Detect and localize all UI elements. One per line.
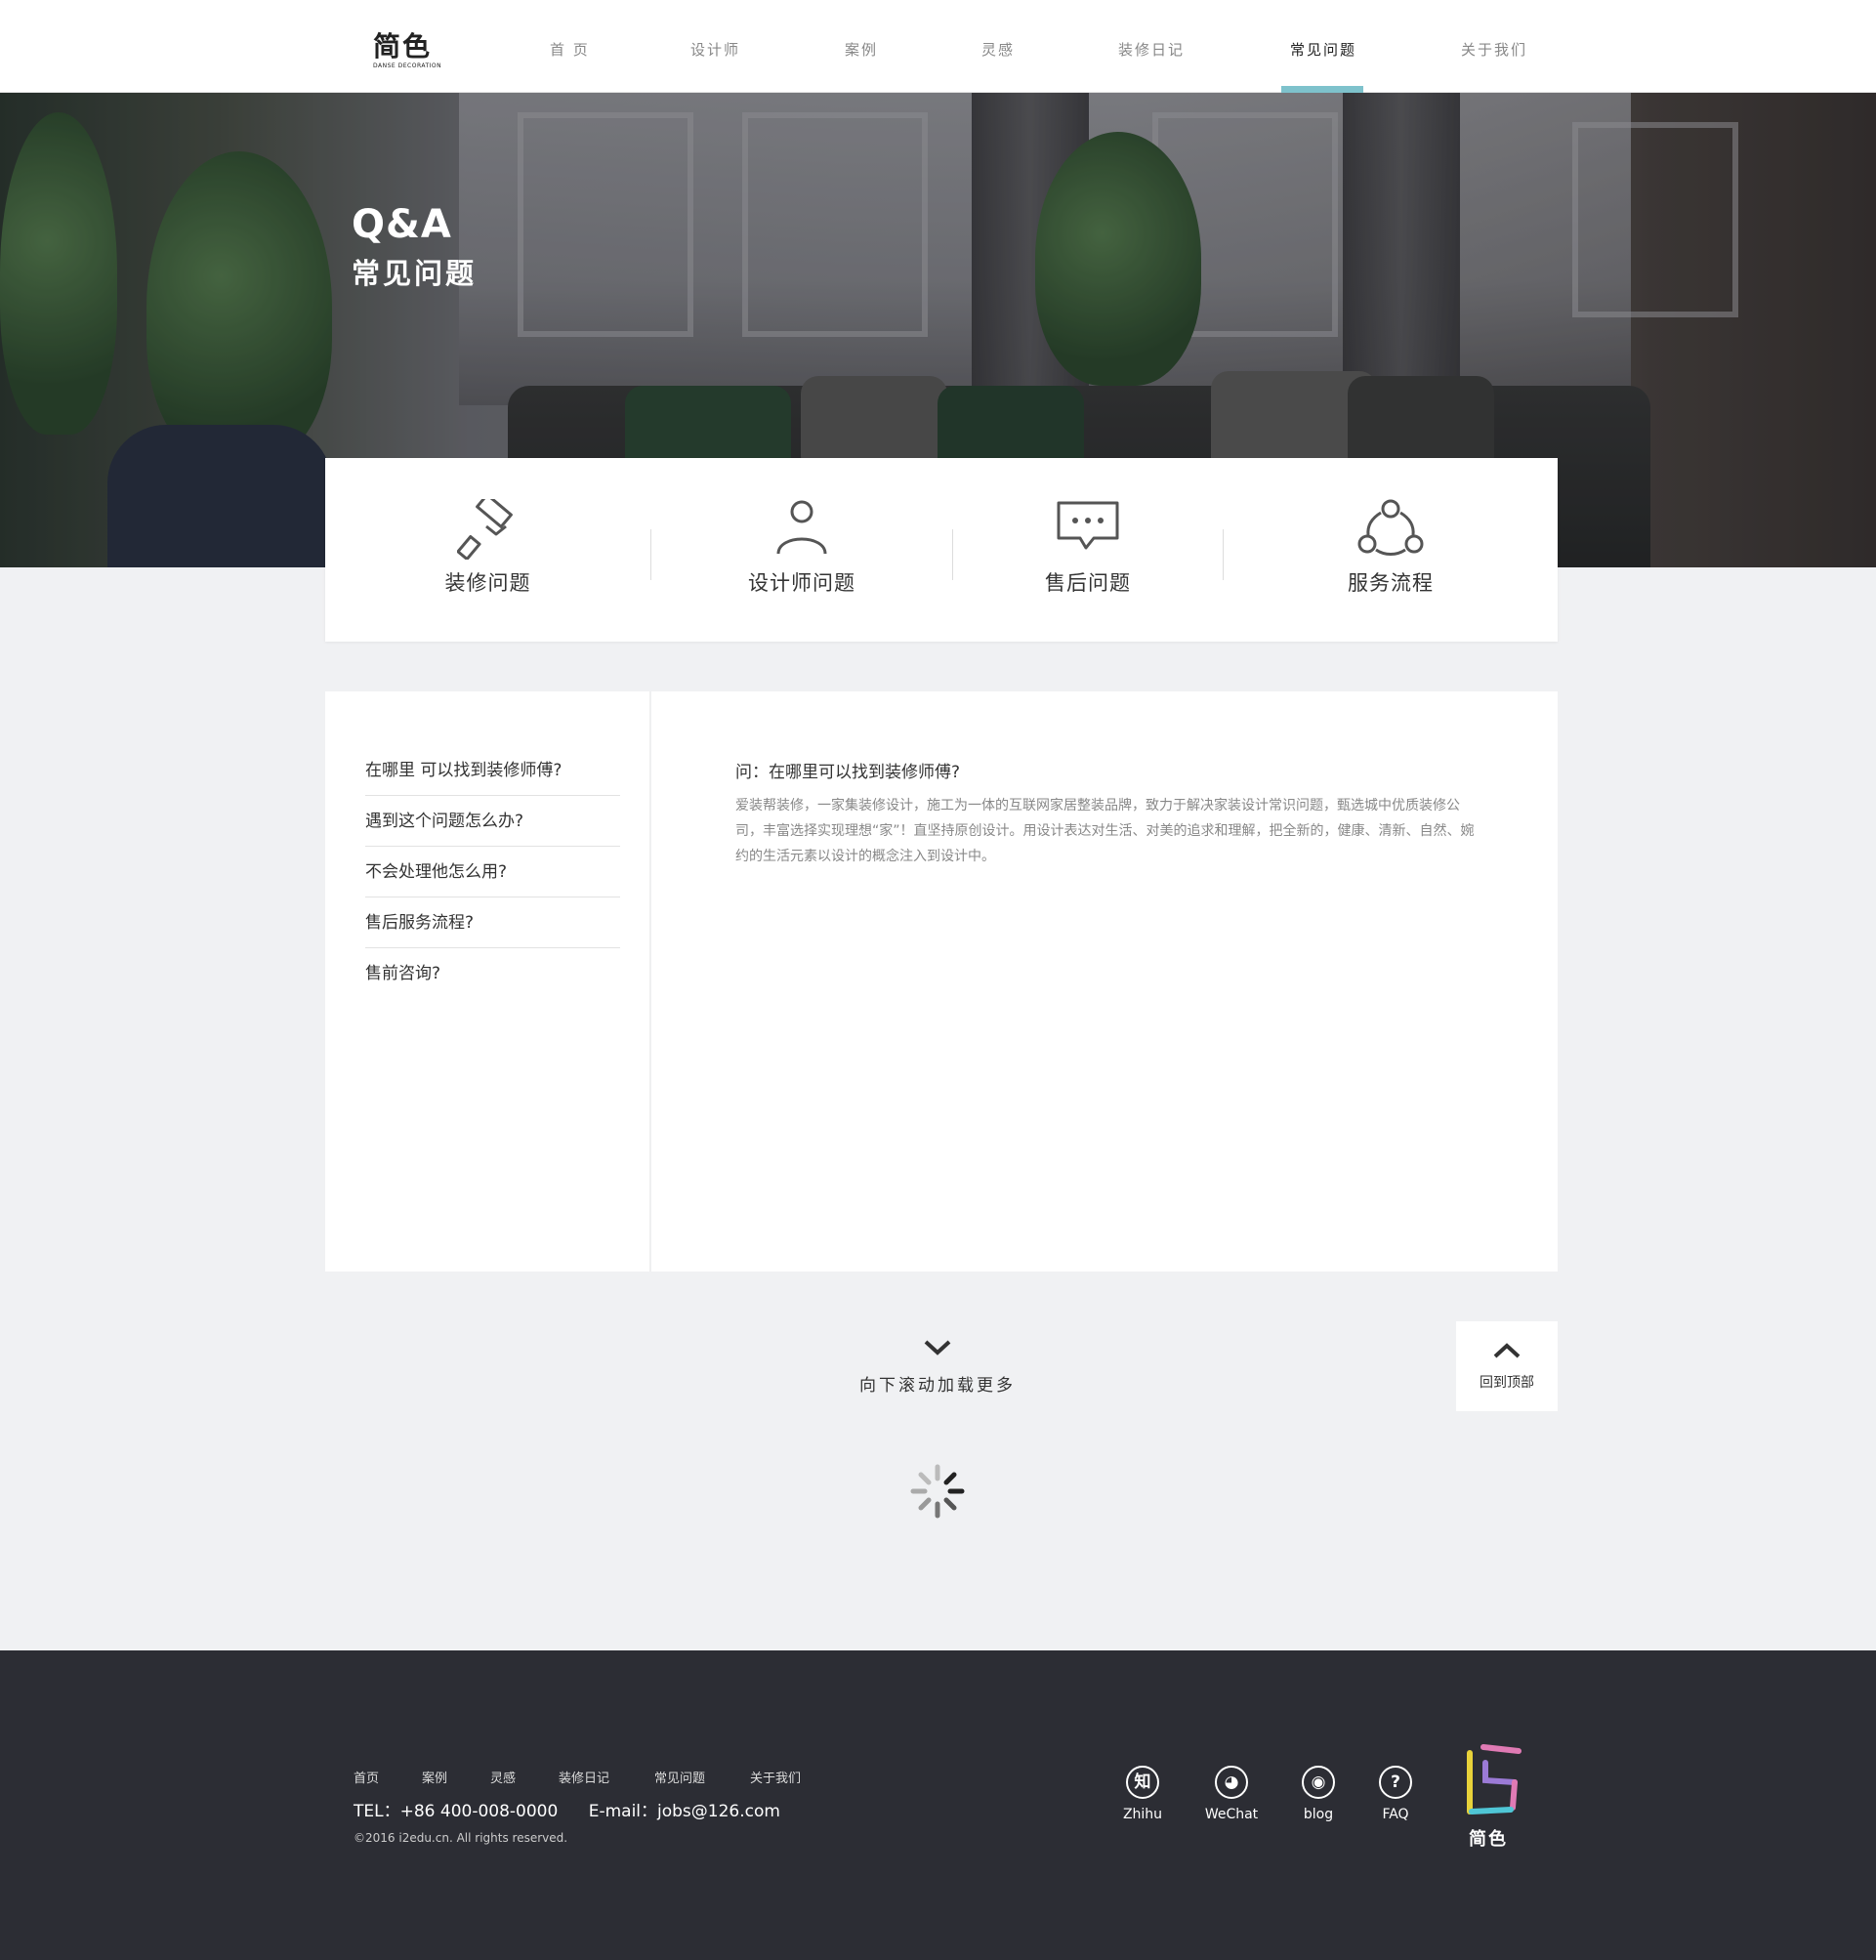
category-renovation[interactable]: 装修问题 [325,458,650,642]
brand-logo[interactable]: 简色 DANSE DECORATION [373,30,442,72]
social-blog[interactable]: ◉ blog [1279,1766,1357,1822]
chat-bubble-icon [1057,501,1119,550]
footer-link-faq[interactable]: 常见问题 [654,1768,705,1786]
nav-item-faq[interactable]: 常见问题 [1290,39,1356,60]
footer-email[interactable]: E-mail：jobs@126.com [589,1802,780,1821]
question-item[interactable]: 售后服务流程? [365,897,620,948]
question-list: 在哪里 可以找到装修师傅? 遇到这个问题怎么办? 不会处理他怎么用? 售后服务流… [325,691,650,1272]
nav-item-inspiration[interactable]: 灵感 [981,39,1015,60]
social-label: Zhihu [1122,1807,1163,1822]
footer-copyright: ©2016 i2edu.cn. All rights reserved. [354,1831,568,1845]
faq-category-card: 装修问题 设计师问题 售后问题 服务流程 [325,458,1558,642]
question-item[interactable]: 售前咨询? [365,948,620,999]
paint-roller-icon [456,499,513,560]
answer-panel: 问：在哪里可以找到装修师傅? 爱装帮装修，一家集装修设计，施工为一体的互联网家居… [651,691,1558,1272]
chevron-down-icon [924,1340,951,1355]
category-label: 装修问题 [444,571,531,595]
wechat-icon: ◕ [1215,1766,1248,1799]
footer-link-cases[interactable]: 案例 [422,1768,447,1786]
answer-body: 爱装帮装修，一家集装修设计，施工为一体的互联网家居整装品牌，致力于解决家装设计常… [735,798,1475,864]
person-icon [776,500,827,555]
footer-logo[interactable]: 简色 [1462,1743,1525,1851]
category-designer[interactable]: 设计师问题 [651,458,952,642]
nav-item-home[interactable]: 首 页 [550,39,590,60]
load-more[interactable]: 向下滚动加载更多 [840,1338,1035,1396]
social-wechat[interactable]: ◕ WeChat [1192,1766,1271,1822]
footer-link-inspiration[interactable]: 灵感 [490,1768,516,1786]
brand-logo-text: 简色 [373,30,433,63]
footer-logo-text: 简色 [1469,1829,1508,1850]
social-label: FAQ [1382,1807,1409,1822]
social-label: WeChat [1204,1807,1259,1822]
category-label: 设计师问题 [748,571,855,595]
footer-link-home[interactable]: 首页 [354,1768,379,1786]
category-label: 售后问题 [1045,571,1131,595]
loading-spinner-icon [910,1464,965,1519]
nav-item-about[interactable]: 关于我们 [1461,39,1527,60]
nav-item-cases[interactable]: 案例 [845,39,878,60]
answer-title: 问：在哪里可以找到装修师傅? [735,763,961,782]
chevron-up-icon [1493,1343,1521,1358]
question-item[interactable]: 遇到这个问题怎么办? [365,796,620,847]
faq-icon: ? [1379,1766,1412,1799]
back-to-top-button[interactable]: 回到顶部 [1456,1321,1558,1411]
weibo-icon: ◉ [1302,1766,1335,1799]
back-to-top-label: 回到顶部 [1480,1375,1534,1391]
footer-tel: TEL：+86 400-008-0000 [354,1802,559,1821]
social-label: blog [1303,1807,1334,1822]
footer-link-diary[interactable]: 装修日记 [559,1768,609,1786]
question-item[interactable]: 不会处理他怎么用? [365,847,620,897]
footer-contact: TEL：+86 400-008-0000 E-mail：jobs@126.com [354,1797,806,1821]
category-label: 服务流程 [1348,571,1434,595]
nav-item-diary[interactable]: 装修日记 [1118,39,1185,60]
footer-logo-mark-icon [1467,1744,1522,1814]
nav-active-indicator [1281,86,1363,93]
footer: 首页 案例 灵感 装修日记 常见问题 关于我们 TEL：+86 400-008-… [0,1650,1876,1960]
load-more-label: 向下滚动加载更多 [859,1376,1016,1396]
social-zhihu[interactable]: 知 Zhihu [1104,1766,1182,1822]
category-process[interactable]: 服务流程 [1224,458,1558,642]
nav-item-designers[interactable]: 设计师 [690,39,740,60]
top-navigation-bar: 简色 DANSE DECORATION 首 页 设计师 案例 灵感 装修日记 常… [0,0,1876,93]
hero-subtitle: 常见问题 [352,257,478,290]
category-after-sales[interactable]: 售后问题 [953,458,1223,642]
social-faq[interactable]: ? FAQ [1356,1766,1435,1822]
footer-link-about[interactable]: 关于我们 [750,1768,801,1786]
question-item[interactable]: 在哪里 可以找到装修师傅? [365,745,620,796]
hero-title: Q&A [352,202,452,247]
zhihu-icon: 知 [1126,1766,1159,1799]
brand-logo-subtext: DANSE DECORATION [373,63,442,69]
process-cycle-icon [1357,499,1424,556]
